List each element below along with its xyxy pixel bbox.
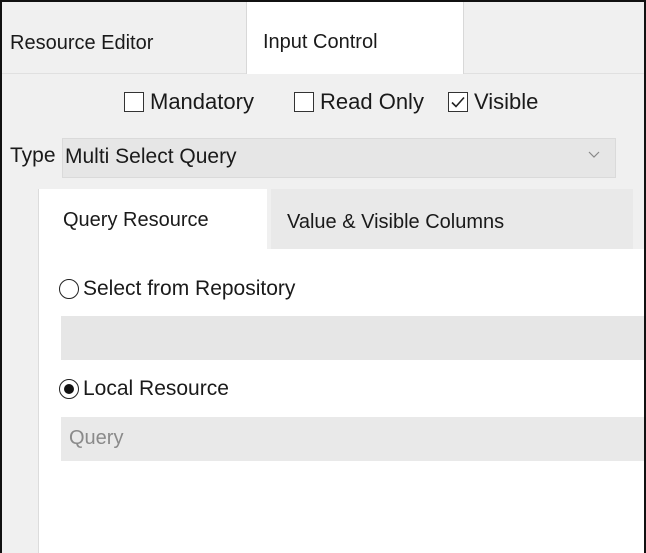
tab-resource-editor[interactable]: Resource Editor [10,2,153,73]
local-resource-radio[interactable]: Local Resource [59,374,229,404]
type-label: Type [10,144,56,167]
sub-tab-strip: Query Resource Value & Visible Columns [39,189,644,249]
tab-query-resource[interactable]: Query Resource [39,189,267,249]
mandatory-label: Mandatory [150,89,254,114]
radio-dot [64,384,74,394]
tab-input-control[interactable]: Input Control [246,2,464,74]
read-only-label: Read Only [320,89,424,114]
repository-path-input[interactable] [61,316,644,360]
checkbox-box[interactable] [294,92,314,112]
type-row: Type Multi Select Query [2,132,644,185]
visible-checkbox[interactable]: Visible [448,87,538,117]
mandatory-checkbox[interactable]: Mandatory [124,87,254,117]
options-row: Mandatory Read Only Visible [2,74,644,132]
radio-button[interactable] [59,279,79,299]
visible-label: Visible [474,89,539,114]
local-resource-input[interactable]: Query [61,417,644,461]
top-tab-strip: Resource Editor Input Control [2,2,644,74]
type-select-value: Multi Select Query [65,145,237,168]
query-tab-container: Query Resource Value & Visible Columns S… [38,189,644,553]
tab-value-visible-columns[interactable]: Value & Visible Columns [271,189,633,249]
query-panel: Query Resource Value & Visible Columns S… [2,185,644,553]
chevron-down-icon [588,151,600,158]
type-select[interactable]: Multi Select Query [62,138,616,178]
local-resource-label: Local Resource [83,377,229,400]
select-from-repository-radio[interactable]: Select from Repository [59,274,295,304]
select-from-repository-label: Select from Repository [83,277,296,300]
checkbox-box[interactable] [124,92,144,112]
radio-button-selected[interactable] [59,379,79,399]
read-only-checkbox[interactable]: Read Only [294,87,424,117]
input-control-window: Resource Editor Input Control Mandatory … [0,0,646,553]
checkbox-box-checked[interactable] [448,92,468,112]
local-resource-placeholder: Query [69,427,124,449]
checkmark-icon [451,96,465,108]
